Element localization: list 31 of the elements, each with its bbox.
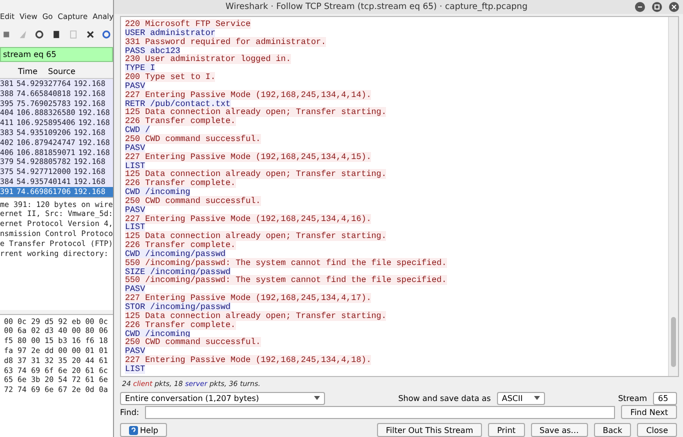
caret-icon [534, 396, 540, 400]
maximize-button[interactable] [652, 2, 662, 12]
dialog-button[interactable]: Save as… [530, 423, 588, 437]
close-button[interactable] [669, 2, 679, 12]
conversation-dropdown[interactable]: Entire conversation (1,207 bytes) [120, 392, 325, 404]
help-button[interactable]: Help [120, 423, 168, 437]
find-label: Find: [120, 408, 140, 416]
dialog-button[interactable]: Back [594, 423, 632, 437]
scrollbar-thumb[interactable] [671, 317, 676, 367]
format-dropdown[interactable]: ASCII [496, 392, 545, 404]
column-header[interactable]: Time [0, 67, 48, 76]
column-header[interactable]: Source [48, 67, 113, 76]
filter-field[interactable]: stream eq 65 [0, 47, 113, 62]
close-icon [671, 4, 677, 10]
minimize-icon [637, 4, 643, 10]
minimize-button[interactable] [635, 2, 645, 12]
window-title: Wireshark · Follow TCP Stream (tcp.stream eq 65) · capture_ftp.pcapng [224, 2, 528, 12]
stream-label: Stream [618, 394, 648, 402]
help-icon [129, 426, 138, 434]
dialog-button[interactable]: Filter Out This Stream [376, 423, 482, 437]
stop-icon[interactable] [2, 28, 11, 40]
caret-icon [314, 396, 320, 400]
show-as-label: Show and save data as [398, 394, 491, 402]
find-next-button[interactable]: Find Next [621, 405, 677, 419]
find-field[interactable] [145, 406, 616, 418]
dialog-button[interactable]: Close [637, 423, 677, 437]
close-icon[interactable] [86, 28, 94, 40]
maximize-icon [654, 4, 660, 10]
reload-icon[interactable] [102, 28, 112, 40]
stream-spinbox[interactable]: 65 [653, 392, 678, 404]
dialog-button[interactable]: Print [488, 423, 525, 437]
